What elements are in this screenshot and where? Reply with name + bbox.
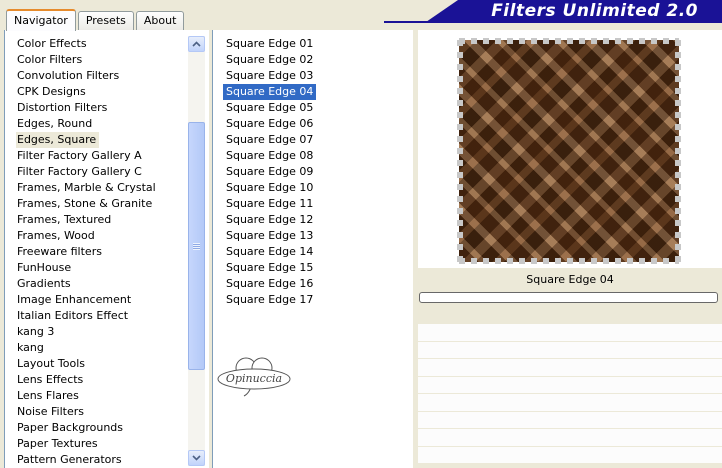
grip-icon [193, 242, 200, 250]
filter-item[interactable]: Square Edge 07 [223, 132, 316, 148]
category-item[interactable]: Convolution Filters [16, 68, 187, 84]
parameter-row [418, 340, 722, 358]
category-item[interactable]: Edges, Round [16, 116, 187, 132]
parameter-row [418, 393, 722, 411]
preview-caption: Square Edge 04 [526, 273, 614, 286]
category-item[interactable]: CPK Designs [16, 84, 187, 100]
category-item[interactable]: Frames, Textured [16, 212, 187, 228]
category-item[interactable]: Freeware filters [16, 244, 187, 260]
parameter-row [418, 358, 722, 376]
parameter-row [418, 410, 722, 428]
tab-about[interactable]: About [135, 11, 185, 30]
category-item[interactable]: Lens Flares [16, 388, 187, 404]
chevron-up-icon[interactable] [188, 36, 205, 52]
category-panel: Color Effects Color Filters Convolution Fi… [4, 30, 209, 468]
category-item[interactable]: Noise Filters [16, 404, 187, 420]
filter-item[interactable]: Square Edge 02 [223, 52, 316, 68]
preview-edge-bottom [459, 258, 679, 264]
progress-bar [419, 292, 718, 303]
category-item[interactable]: Italian Editors Effect [16, 308, 187, 324]
filter-item[interactable]: Square Edge 16 [223, 276, 316, 292]
category-item[interactable]: kang [16, 340, 187, 356]
category-item[interactable]: Distortion Filters [16, 100, 187, 116]
tab-presets[interactable]: Presets [77, 11, 134, 30]
category-item[interactable]: Filter Factory Gallery A [16, 148, 187, 164]
category-item[interactable]: Layout Tools [16, 356, 187, 372]
category-item[interactable]: Lens Effects [16, 372, 187, 388]
parameter-area [418, 323, 722, 463]
parameter-row [418, 445, 722, 463]
category-item[interactable]: Gradients [16, 276, 187, 292]
category-item[interactable]: Frames, Stone & Granite [16, 196, 187, 212]
chevron-down-icon[interactable] [188, 450, 205, 466]
preview-image [457, 38, 681, 264]
filter-item[interactable]: Square Edge 03 [223, 68, 316, 84]
filter-item[interactable]: Square Edge 13 [223, 228, 316, 244]
filter-item[interactable]: Square Edge 12 [223, 212, 316, 228]
parameter-row [418, 323, 722, 341]
app-title: Filters Unlimited 2.0 [491, 1, 698, 21]
category-item[interactable]: Frames, Wood [16, 228, 187, 244]
filter-list: Square Edge 01 Square Edge 02 Square Edge … [223, 36, 413, 468]
filter-item[interactable]: Square Edge 14 [223, 244, 316, 260]
filter-item[interactable]: Square Edge 09 [223, 164, 316, 180]
watermark-logo: Opinuccia [216, 355, 292, 397]
category-item[interactable]: Pattern Generators [16, 452, 187, 468]
preview-edge-right [675, 40, 681, 262]
tab-list: Navigator Presets About [6, 9, 186, 31]
svg-text:Opinuccia: Opinuccia [226, 372, 282, 385]
filter-item[interactable]: Square Edge 17 [223, 292, 316, 308]
category-item[interactable]: Frames, Marble & Crystal [16, 180, 187, 196]
category-item[interactable]: Image Enhancement [16, 292, 187, 308]
filter-item[interactable]: Square Edge 11 [223, 196, 316, 212]
preview-edge-left [457, 40, 463, 262]
category-scrollbar[interactable] [188, 36, 205, 466]
category-item[interactable]: Color Filters [16, 52, 187, 68]
category-item[interactable]: Color Effects [16, 36, 187, 52]
scroll-thumb[interactable] [188, 122, 205, 370]
filter-item[interactable]: Square Edge 15 [223, 260, 316, 276]
category-item[interactable]: Paper Textures [16, 436, 187, 452]
filter-panel: Square Edge 01 Square Edge 02 Square Edge … [212, 30, 413, 468]
parameter-row [418, 375, 722, 393]
filter-item[interactable]: Square Edge 08 [223, 148, 316, 164]
parameter-row [418, 428, 722, 446]
filter-item[interactable]: Square Edge 01 [223, 36, 316, 52]
filter-item[interactable]: Square Edge 10 [223, 180, 316, 196]
filter-item[interactable]: Square Edge 04 [223, 84, 317, 100]
category-item[interactable]: FunHouse [16, 260, 187, 276]
category-list: Color Effects Color Filters Convolution Fi… [16, 36, 187, 468]
category-item[interactable]: kang 3 [16, 324, 187, 340]
category-item[interactable]: Edges, Square [16, 132, 100, 148]
category-item[interactable]: Filter Factory Gallery C [16, 164, 187, 180]
category-item[interactable]: Paper Backgrounds [16, 420, 187, 436]
tab-navigator[interactable]: Navigator [6, 9, 76, 31]
filter-item[interactable]: Square Edge 06 [223, 116, 316, 132]
filter-item[interactable]: Square Edge 05 [223, 100, 316, 116]
preview-area [418, 30, 722, 268]
preview-edge-top [459, 38, 679, 44]
